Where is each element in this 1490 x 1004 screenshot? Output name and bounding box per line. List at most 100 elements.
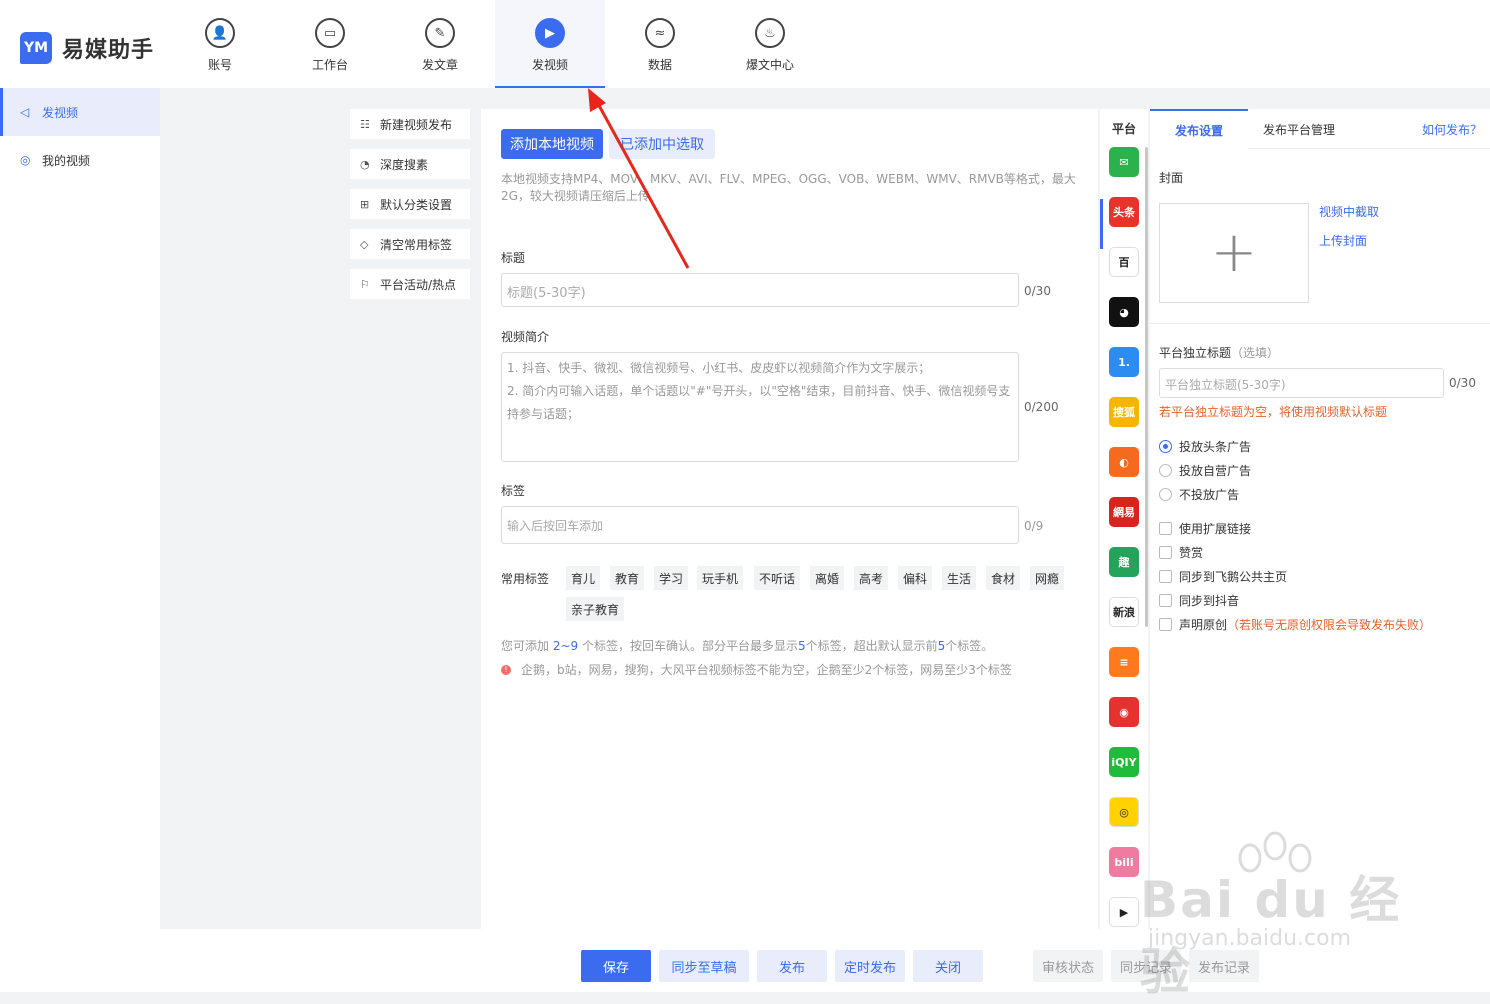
capture-from-video-link[interactable]: 视频中截取 <box>1319 203 1379 220</box>
clear-tags-button[interactable]: ◇ 清空常用标签 <box>350 229 470 259</box>
tag-chip[interactable]: 偏科 <box>898 566 933 590</box>
plus-icon: + <box>1210 220 1258 285</box>
nav-item-data[interactable]: ≈ 数据 <box>605 0 715 88</box>
tag-chip[interactable]: 高考 <box>854 566 889 590</box>
publish-record-button[interactable]: 发布记录 <box>1189 950 1259 982</box>
platform-ifeng-icon[interactable]: ◉ <box>1109 697 1139 727</box>
title-counter: 0/30 <box>1024 284 1051 298</box>
tag-chip[interactable]: 生活 <box>942 566 977 590</box>
tags-counter: 0/9 <box>1024 519 1044 533</box>
option-label: 赞赏 <box>1179 546 1204 560</box>
new-video-button[interactable]: ☷ 新建视频发布 <box>350 109 470 139</box>
tag-chip[interactable]: 离婚 <box>810 566 845 590</box>
platform-miaopai-icon[interactable]: ◎ <box>1109 797 1139 827</box>
checkbox-sync-douyin[interactable]: 同步到抖音 <box>1159 592 1239 609</box>
sync-draft-button[interactable]: 同步至草稿 <box>659 950 749 982</box>
platform-scrollbar[interactable] <box>1145 147 1148 627</box>
checkbox-icon <box>1159 546 1172 559</box>
platform-qutoutiao-icon[interactable]: 趣 <box>1109 547 1139 577</box>
platform-activity-button[interactable]: ⚐ 平台活动/热点 <box>350 269 470 299</box>
select-added-video-button[interactable]: 已添加中选取 <box>609 129 715 159</box>
sidebar-item-label: 发视频 <box>42 105 79 120</box>
description-label: 视频简介 <box>501 330 550 344</box>
tab-publish-settings[interactable]: 发布设置 <box>1150 109 1248 149</box>
platform-yidian-icon[interactable]: 1. <box>1109 347 1139 377</box>
tag-chip[interactable]: 育儿 <box>566 566 601 590</box>
platform-wechat-channels-icon[interactable]: ✉ <box>1109 147 1139 177</box>
ad-option-none[interactable]: 不投放广告 <box>1159 486 1239 503</box>
ad-option-toutiao[interactable]: 投放头条广告 <box>1159 438 1251 455</box>
checkbox-declare-original[interactable]: 声明原创 （若账号无原创权限会导致发布失败） <box>1159 616 1431 633</box>
sidebar-item-publish-video[interactable]: ◁ 发视频 <box>0 88 160 136</box>
publish-settings-panel: 发布设置 发布平台管理 如何发布？ 封面 + 视频中截取 上传封面 平台独立标题… <box>1150 109 1490 929</box>
platform-bilibili-icon[interactable]: bili <box>1109 847 1139 877</box>
app-logo[interactable]: YM 易媒助手 <box>20 30 154 66</box>
independent-title-input[interactable]: 平台独立标题(5-30字) <box>1159 368 1444 398</box>
platform-baijiahao-icon[interactable]: 百 <box>1109 247 1139 277</box>
sync-record-button[interactable]: 同步记录 <box>1111 950 1181 982</box>
optional-hint: （选填） <box>1231 346 1280 360</box>
main-nav: 👤 账号 ▭ 工作台 ✎ 发文章 ▶ 发视频 ≈ 数据 ♨ 爆文中心 <box>165 0 825 88</box>
platform-sohu-icon[interactable]: 搜狐 <box>1109 397 1139 427</box>
review-status-button[interactable]: 审核状态 <box>1033 950 1103 982</box>
video-form: 添加本地视频 已添加中选取 本地视频支持MP4、MOV、MKV、AVI、FLV、… <box>481 109 1098 929</box>
cover-label: 封面 <box>1159 171 1184 185</box>
checkbox-extended-link[interactable]: 使用扩展链接 <box>1159 520 1251 537</box>
upload-cover-link[interactable]: 上传封面 <box>1319 232 1367 249</box>
exclamation-icon: ! <box>501 664 511 675</box>
tag-chip[interactable]: 不听话 <box>754 566 801 590</box>
ad-option-self[interactable]: 投放自营广告 <box>1159 462 1251 479</box>
title-input[interactable]: 标题(5-30字) <box>501 273 1019 307</box>
schedule-publish-button[interactable]: 定时发布 <box>835 950 905 982</box>
checkbox-reward[interactable]: 赞赏 <box>1159 544 1203 561</box>
platform-sina-icon[interactable]: 新浪 <box>1109 597 1139 627</box>
platform-tencent-video-icon[interactable]: ▶ <box>1109 897 1139 927</box>
default-category-button[interactable]: ⊞ 默认分类设置 <box>350 189 470 219</box>
deep-search-button[interactable]: ◔ 深度搜素 <box>350 149 470 179</box>
chart-icon: ≈ <box>645 18 675 48</box>
feather-icon: ✎ <box>425 18 455 48</box>
cover-upload-box[interactable]: + <box>1159 203 1309 303</box>
description-counter: 0/200 <box>1024 400 1059 414</box>
tag-chip[interactable]: 学习 <box>654 566 689 590</box>
nav-item-video[interactable]: ▶ 发视频 <box>495 0 605 88</box>
tags-input[interactable]: 输入后按回车添加 <box>501 506 1019 544</box>
flame-icon: ♨ <box>755 18 785 48</box>
platform-dayu-icon[interactable]: ◐ <box>1109 447 1139 477</box>
publish-button[interactable]: 发布 <box>757 950 827 982</box>
close-button[interactable]: 关闭 <box>913 950 983 982</box>
platform-list: 平台 ✉ 头条百 ◕ 1. 搜狐 ◐ 網易趣新浪 ≡ ◉ iQIY ◎ bili ▶ <box>1100 109 1148 929</box>
tag-chip[interactable]: 玩手机 <box>697 566 744 590</box>
option-label: 投放自营广告 <box>1179 464 1252 478</box>
platform-netease-icon[interactable]: 網易 <box>1109 497 1139 527</box>
sidebar-item-my-videos[interactable]: ◎ 我的视频 <box>0 136 160 184</box>
description-textarea[interactable]: 1. 抖音、快手、微视、微信视频号、小红书、皮皮虾以视频简介作为文字展示； 2.… <box>501 352 1019 462</box>
checkbox-sync-feie[interactable]: 同步到飞鹅公共主页 <box>1159 568 1287 585</box>
nav-item-account[interactable]: 👤 账号 <box>165 0 275 88</box>
tag-chip[interactable]: 网瘾 <box>1030 566 1065 590</box>
description-placeholder-line: 持参与话题； <box>507 407 580 421</box>
platform-toutiao-icon[interactable]: 头条 <box>1109 197 1139 227</box>
logo-mark-icon: YM <box>20 32 52 64</box>
nav-item-workbench[interactable]: ▭ 工作台 <box>275 0 385 88</box>
tool-label: 深度搜素 <box>380 157 429 172</box>
nav-item-article[interactable]: ✎ 发文章 <box>385 0 495 88</box>
nav-label: 发文章 <box>421 58 458 72</box>
nav-item-hot[interactable]: ♨ 爆文中心 <box>715 0 825 88</box>
tag-chip[interactable]: 食材 <box>986 566 1021 590</box>
platform-bilibili-orange-icon[interactable]: ≡ <box>1109 647 1139 677</box>
radio-icon <box>1159 488 1172 501</box>
nav-label: 账号 <box>207 58 232 72</box>
how-to-publish-link[interactable]: 如何发布？ <box>1422 121 1482 138</box>
radio-icon <box>1159 464 1172 477</box>
add-local-video-button[interactable]: 添加本地视频 <box>501 129 603 159</box>
platform-qq-penguin-icon[interactable]: ◕ <box>1109 297 1139 327</box>
save-button[interactable]: 保存 <box>581 950 651 982</box>
tab-platform-management[interactable]: 发布平台管理 <box>1263 109 1335 149</box>
tag-chip[interactable]: 亲子教育 <box>566 597 625 621</box>
footer-actions: 保存 同步至草稿 发布 定时发布 关闭 审核状态 同步记录 发布记录 <box>160 929 1490 992</box>
tool-list: ☷ 新建视频发布 ◔ 深度搜素 ⊞ 默认分类设置 ◇ 清空常用标签 ⚐ 平台活动… <box>350 109 470 309</box>
platform-iqiyi-icon[interactable]: iQIY <box>1109 747 1139 777</box>
radio-checked-icon <box>1159 440 1172 453</box>
tag-chip[interactable]: 教育 <box>610 566 645 590</box>
